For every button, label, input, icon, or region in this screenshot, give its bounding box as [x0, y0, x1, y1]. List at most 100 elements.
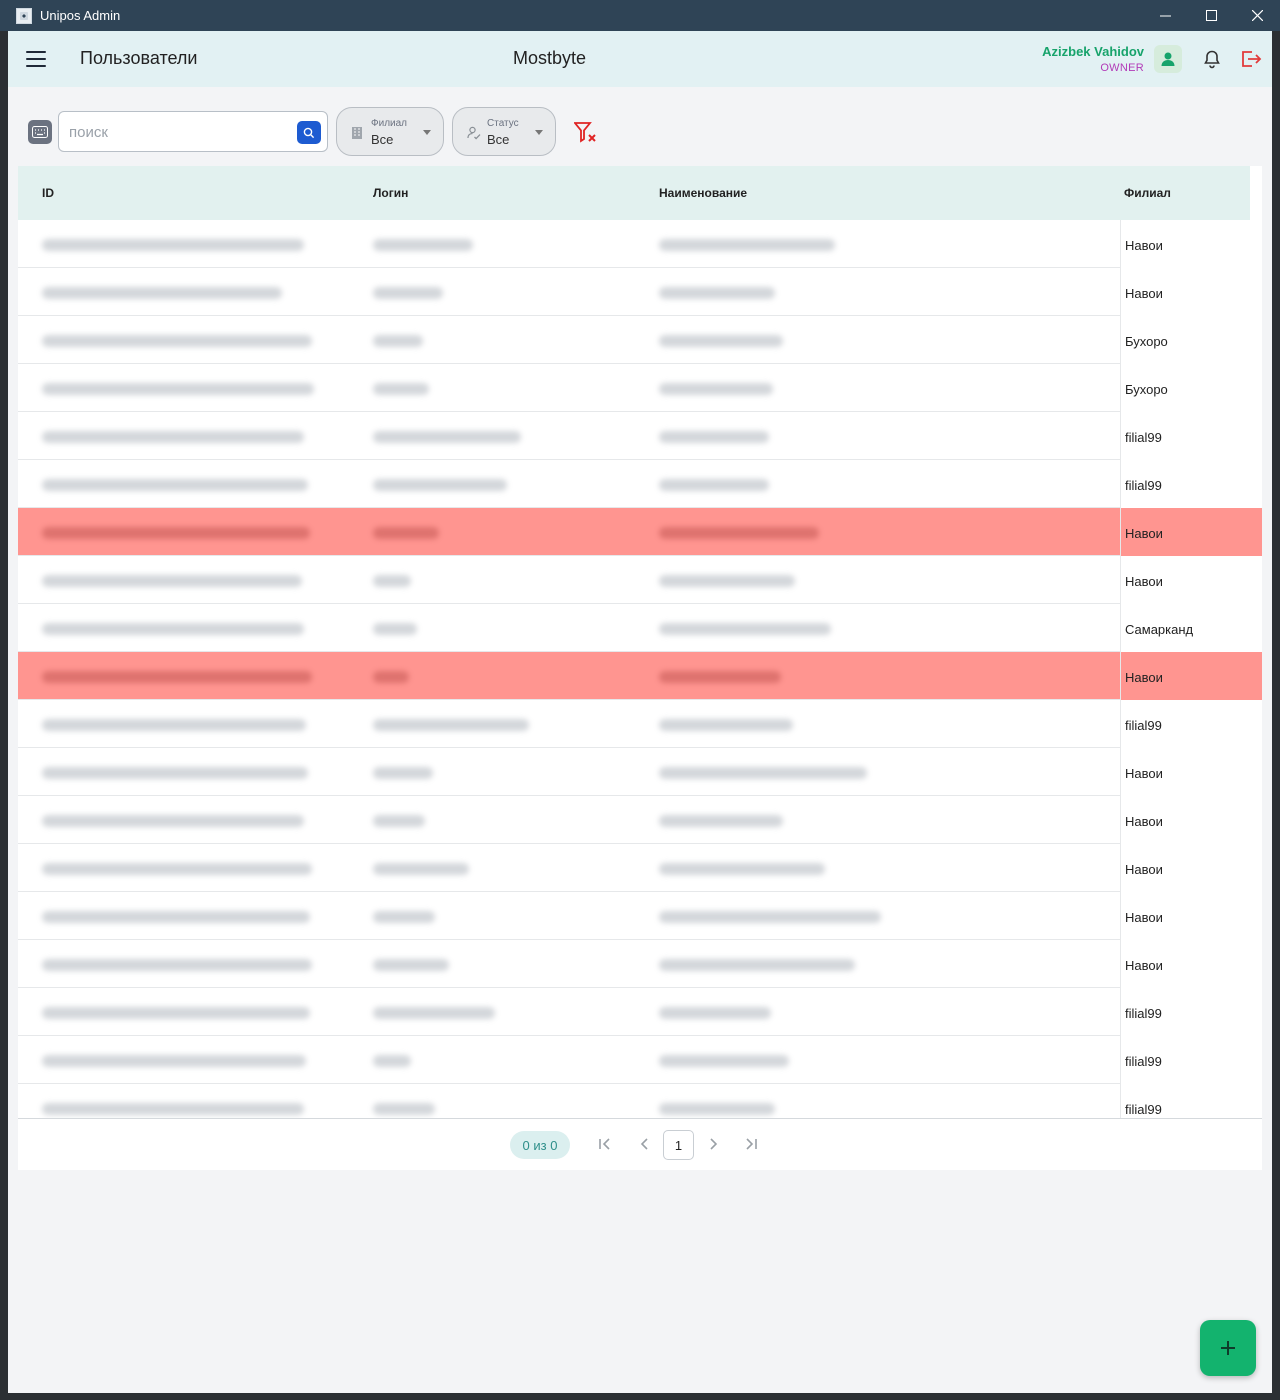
table-row[interactable]: Навои: [18, 892, 1262, 940]
keyboard-icon[interactable]: [28, 120, 52, 144]
cell-id-redacted: [42, 623, 304, 635]
search-icon: [303, 127, 315, 138]
cell-branch: Бухоро: [1120, 316, 1262, 364]
last-page-icon[interactable]: [744, 1137, 758, 1154]
search-input[interactable]: [69, 121, 289, 143]
table-row[interactable]: Навои: [18, 940, 1262, 988]
cell-branch: Навои: [1120, 508, 1262, 556]
filter-clear-icon[interactable]: [573, 122, 598, 149]
add-user-button[interactable]: [1200, 1320, 1256, 1376]
table-row[interactable]: Навои: [18, 268, 1262, 316]
cell-login-redacted: [373, 383, 429, 395]
branch-filter-value: Все: [371, 132, 394, 147]
table-row[interactable]: Навои: [18, 844, 1262, 892]
cell-branch: Навои: [1120, 652, 1262, 700]
table-row[interactable]: Навои: [18, 748, 1262, 796]
cell-login-redacted: [373, 1007, 495, 1019]
bell-icon[interactable]: [1202, 49, 1222, 74]
table-row[interactable]: filial99: [18, 988, 1262, 1036]
table-row[interactable]: filial99: [18, 412, 1262, 460]
chevron-down-icon: [535, 130, 543, 135]
cell-branch-text: filial99: [1125, 1054, 1162, 1069]
table-header: ID Логин Наименование Филиал: [18, 166, 1250, 220]
column-header-login[interactable]: Логин: [373, 186, 408, 200]
table-row[interactable]: Самарканд: [18, 604, 1262, 652]
cell-branch: Навои: [1120, 220, 1262, 268]
cell-login-redacted: [373, 479, 507, 491]
cell-login-redacted: [373, 815, 425, 827]
cell-branch: filial99: [1120, 412, 1262, 460]
users-table: ID Логин Наименование Филиал Навои Навои Б…: [18, 166, 1262, 1170]
cell-branch-text: Навои: [1125, 670, 1163, 685]
cell-branch-text: Навои: [1125, 910, 1163, 925]
cell-branch-text: Бухоро: [1125, 334, 1168, 349]
cell-id-redacted: [42, 671, 312, 683]
table-row[interactable]: filial99: [18, 1036, 1262, 1084]
minimize-icon: [1159, 15, 1171, 17]
cell-login-redacted: [373, 911, 435, 923]
table-row[interactable]: Навои: [18, 796, 1262, 844]
table-row[interactable]: Навои: [18, 220, 1262, 268]
cell-id-redacted: [42, 431, 304, 443]
cell-id-redacted: [42, 911, 310, 923]
avatar[interactable]: [1154, 45, 1182, 73]
maximize-icon: [1205, 10, 1217, 21]
cell-login-redacted: [373, 623, 417, 635]
cell-id-redacted: [42, 479, 308, 491]
prev-page-icon[interactable]: [638, 1137, 652, 1154]
table-row[interactable]: filial99: [18, 700, 1262, 748]
cell-login-redacted: [373, 239, 473, 251]
pagination-count: 0 из 0: [510, 1131, 570, 1159]
table-row[interactable]: Навои: [18, 652, 1262, 700]
cell-branch-text: Навои: [1125, 286, 1163, 301]
branch-filter-select[interactable]: Филиал Все: [336, 107, 444, 156]
minimize-button[interactable]: [1142, 0, 1188, 31]
table-row[interactable]: filial99: [18, 1084, 1262, 1118]
status-filter-select[interactable]: Статус Все: [452, 107, 556, 156]
cell-name-redacted: [659, 767, 867, 779]
cell-branch-text: Навои: [1125, 526, 1163, 541]
status-icon: [467, 126, 481, 140]
cell-branch-text: Навои: [1125, 958, 1163, 973]
menu-icon[interactable]: [26, 51, 46, 67]
cell-branch: Навои: [1120, 892, 1262, 940]
cell-name-redacted: [659, 383, 773, 395]
cell-branch-text: Бухоро: [1125, 382, 1168, 397]
cell-id-redacted: [42, 959, 312, 971]
app-icon: [16, 7, 32, 24]
column-header-branch[interactable]: Филиал: [1124, 186, 1171, 200]
maximize-button[interactable]: [1188, 0, 1234, 31]
cell-login-redacted: [373, 287, 443, 299]
cell-branch: filial99: [1120, 700, 1262, 748]
close-button[interactable]: [1234, 0, 1280, 31]
column-header-id[interactable]: ID: [42, 186, 54, 200]
column-header-name[interactable]: Наименование: [659, 186, 747, 200]
cell-name-redacted: [659, 527, 819, 539]
table-row[interactable]: Навои: [18, 508, 1262, 556]
table-row[interactable]: Навои: [18, 556, 1262, 604]
cell-login-redacted: [373, 431, 521, 443]
cell-id-redacted: [42, 863, 312, 875]
table-row[interactable]: Бухоро: [18, 316, 1262, 364]
cell-branch-text: Самарканд: [1125, 622, 1194, 637]
search-button[interactable]: [297, 121, 321, 144]
app-content: Пользователи Mostbyte Azizbek Vahidov OW…: [8, 31, 1272, 1393]
cell-branch: Самарканд: [1120, 604, 1262, 652]
cell-branch-text: Навои: [1125, 766, 1163, 781]
cell-branch: filial99: [1120, 1036, 1262, 1084]
current-page-button[interactable]: 1: [663, 1130, 694, 1160]
window-titlebar: Unipos Admin: [0, 0, 1280, 31]
close-icon: [1251, 10, 1263, 21]
cell-login-redacted: [373, 767, 433, 779]
cell-name-redacted: [659, 911, 881, 923]
cell-branch-text: filial99: [1125, 430, 1162, 445]
top-header: Пользователи Mostbyte Azizbek Vahidov OW…: [8, 31, 1272, 87]
cell-name-redacted: [659, 863, 825, 875]
cell-login-redacted: [373, 959, 449, 971]
table-row[interactable]: filial99: [18, 460, 1262, 508]
cell-id-redacted: [42, 335, 312, 347]
logout-icon[interactable]: [1240, 49, 1262, 74]
first-page-icon[interactable]: [598, 1137, 612, 1154]
table-row[interactable]: Бухоро: [18, 364, 1262, 412]
next-page-icon[interactable]: [706, 1137, 720, 1154]
